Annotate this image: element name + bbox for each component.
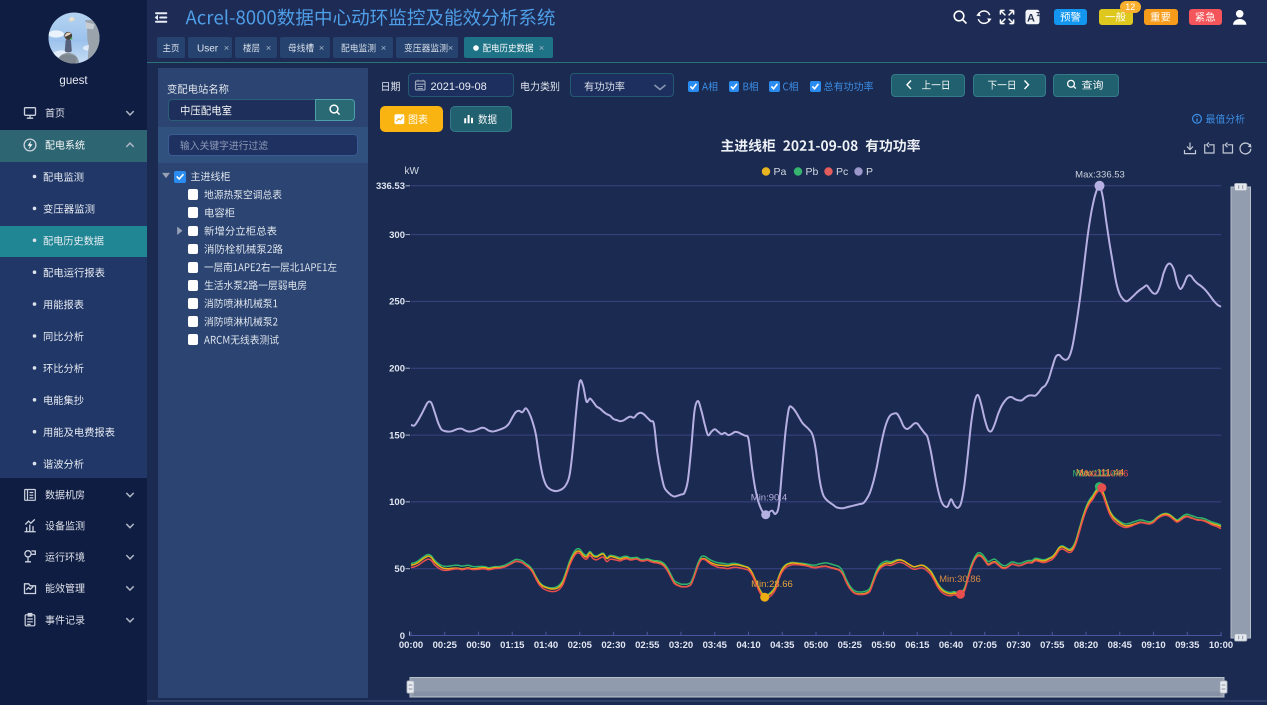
svg-text:Pb: Pb [806,166,819,178]
svg-text:P: P [866,166,873,178]
svg-text:05:00: 05:00 [804,640,828,651]
svg-text:User: User [197,44,219,55]
svg-text:01:15: 01:15 [500,640,525,651]
svg-text:Pc: Pc [836,166,848,178]
svg-text:300: 300 [389,230,405,241]
svg-text:06:40: 06:40 [939,640,963,651]
svg-text:Max:111.44: Max:111.44 [1076,468,1124,479]
svg-text:×: × [448,43,454,54]
svg-text:Min:28.66: Min:28.66 [751,579,793,590]
svg-text:×: × [319,43,325,54]
svg-text:03:20: 03:20 [669,640,693,651]
svg-text:08:20: 08:20 [1074,640,1098,651]
svg-text:Pa: Pa [774,166,787,178]
svg-text:00:00: 00:00 [399,640,423,651]
svg-text:10:00: 10:00 [1209,640,1233,651]
svg-text:03:45: 03:45 [703,640,728,651]
svg-text:12: 12 [1125,2,1135,12]
svg-text:00:25: 00:25 [433,640,458,651]
svg-text:×: × [266,43,272,54]
svg-text:06:15: 06:15 [905,640,930,651]
svg-text:×: × [224,43,230,54]
svg-text:2021-09-08: 2021-09-08 [431,81,487,93]
svg-text:05:50: 05:50 [871,640,895,651]
svg-text:07:30: 07:30 [1006,640,1030,651]
svg-text:08:45: 08:45 [1108,640,1133,651]
svg-text:Min:30.86: Min:30.86 [939,574,981,585]
svg-text:09:10: 09:10 [1141,640,1165,651]
svg-text:×: × [381,43,387,54]
svg-text:07:55: 07:55 [1040,640,1065,651]
svg-text:05:25: 05:25 [838,640,863,651]
svg-text:×: × [539,43,545,54]
svg-text:100: 100 [389,497,405,508]
svg-text:50: 50 [394,564,405,575]
svg-text:04:10: 04:10 [736,640,760,651]
svg-text:Max:336.53: Max:336.53 [1075,170,1125,181]
svg-text:00:50: 00:50 [466,640,490,651]
svg-text:04:35: 04:35 [770,640,795,651]
svg-text:01:40: 01:40 [534,640,558,651]
svg-text:150: 150 [389,430,405,441]
svg-text:kW: kW [405,166,420,177]
svg-text:02:55: 02:55 [635,640,660,651]
svg-text:09:35: 09:35 [1175,640,1200,651]
svg-text:336.53: 336.53 [376,181,405,192]
svg-text:guest: guest [59,75,88,87]
svg-text:02:05: 02:05 [568,640,593,651]
svg-text:A: A [1027,12,1035,24]
svg-text:07:05: 07:05 [973,640,998,651]
svg-text:250: 250 [389,297,405,308]
svg-text:Min:90.4: Min:90.4 [751,493,787,504]
svg-text:02:30: 02:30 [601,640,625,651]
svg-text:200: 200 [389,364,405,375]
